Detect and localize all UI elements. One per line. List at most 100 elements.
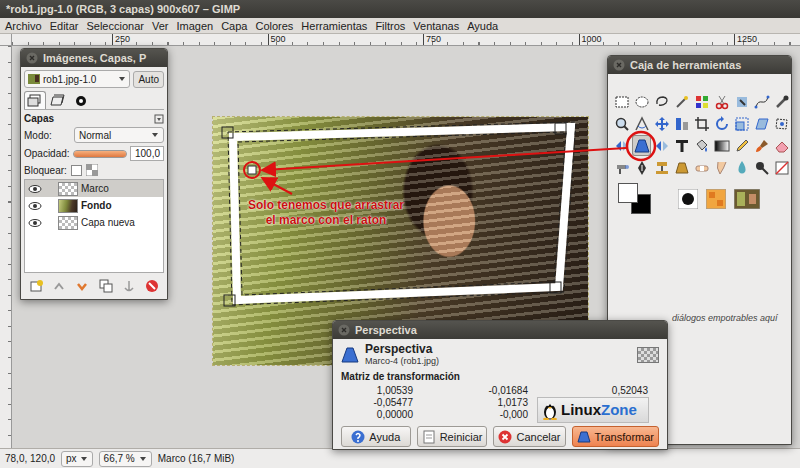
- menu-item[interactable]: Imagen: [172, 20, 217, 32]
- tool-button[interactable]: [672, 113, 691, 134]
- dock-tab[interactable]: [70, 91, 92, 109]
- menu-item[interactable]: Colores: [251, 20, 297, 32]
- menu-item[interactable]: Ayuda: [463, 20, 502, 32]
- tool-button[interactable]: [712, 113, 731, 134]
- tool-button[interactable]: [772, 91, 791, 112]
- tool-button[interactable]: [612, 157, 631, 178]
- top-ruler[interactable]: 25050075010001250: [12, 34, 800, 46]
- tool-button[interactable]: [732, 135, 751, 156]
- raise-layer-icon[interactable]: [52, 279, 66, 293]
- tool-button[interactable]: [672, 135, 691, 156]
- tool-button[interactable]: [772, 157, 791, 178]
- configure-icon[interactable]: [154, 114, 164, 124]
- tool-button[interactable]: [652, 113, 671, 134]
- delete-layer-icon[interactable]: [145, 279, 159, 293]
- pattern-preview-icon[interactable]: [706, 189, 726, 209]
- dock-tab[interactable]: [24, 91, 46, 109]
- lock-checkbox[interactable]: [71, 165, 82, 176]
- layer-row[interactable]: Marco: [25, 180, 163, 197]
- tool-button[interactable]: [612, 91, 631, 112]
- tool-button[interactable]: [752, 157, 771, 178]
- anchor-layer-icon[interactable]: [122, 279, 136, 293]
- tool-button[interactable]: [632, 157, 651, 178]
- tool-button[interactable]: [732, 157, 751, 178]
- tool-button[interactable]: [752, 135, 771, 156]
- tool-button[interactable]: [732, 113, 751, 134]
- layer-row[interactable]: Fondo: [25, 197, 163, 214]
- reset-button[interactable]: Reiniciar: [417, 426, 488, 447]
- menu-item[interactable]: Capa: [217, 20, 251, 32]
- pattern-preview-icon[interactable]: [706, 189, 726, 209]
- tool-button[interactable]: [612, 113, 631, 134]
- tool-button[interactable]: [692, 91, 711, 112]
- close-icon[interactable]: [613, 59, 625, 71]
- close-icon[interactable]: [26, 52, 38, 64]
- gradient-preview-icon[interactable]: [734, 189, 760, 209]
- duplicate-layer-icon[interactable]: [99, 279, 113, 293]
- tool-button[interactable]: [752, 113, 771, 134]
- cancel-button[interactable]: Cancelar: [493, 426, 565, 447]
- menu-item[interactable]: Filtros: [371, 20, 409, 32]
- lock-alpha-icon[interactable]: [86, 164, 98, 176]
- duplicate-layer-icon[interactable]: [99, 279, 113, 293]
- foreground-color[interactable]: [618, 183, 638, 203]
- tool-button[interactable]: [692, 113, 711, 134]
- tool-button[interactable]: [632, 113, 651, 134]
- brush-preview-icon[interactable]: [678, 189, 698, 209]
- chain-toggle[interactable]: [45, 218, 55, 228]
- perspective-dialog-titlebar[interactable]: Perspectiva: [333, 321, 667, 339]
- tool-button[interactable]: [652, 91, 671, 112]
- tool-button[interactable]: [772, 135, 791, 156]
- tool-button[interactable]: [732, 91, 751, 112]
- zoom-dropdown[interactable]: 66,7 %: [99, 451, 152, 467]
- configure-icon[interactable]: [154, 114, 164, 124]
- auto-button[interactable]: Auto: [133, 71, 164, 88]
- tool-button[interactable]: [712, 91, 731, 112]
- anchor-layer-icon[interactable]: [122, 279, 136, 293]
- close-icon[interactable]: [613, 59, 625, 71]
- delete-layer-icon[interactable]: [145, 279, 159, 293]
- raise-layer-icon[interactable]: [52, 279, 66, 293]
- close-icon[interactable]: [26, 52, 38, 64]
- menu-item[interactable]: Archivo: [1, 20, 46, 32]
- lower-layer-icon[interactable]: [75, 279, 89, 293]
- help-button[interactable]: Ayuda: [341, 426, 411, 447]
- left-ruler[interactable]: [0, 46, 12, 448]
- close-icon[interactable]: [338, 324, 350, 336]
- dock-tab[interactable]: [47, 91, 69, 109]
- tool-button[interactable]: [712, 157, 731, 178]
- opacity-slider[interactable]: [73, 150, 127, 158]
- tool-button[interactable]: [752, 91, 771, 112]
- visibility-toggle[interactable]: [28, 201, 42, 211]
- new-layer-icon[interactable]: [29, 279, 43, 293]
- new-layer-icon[interactable]: [29, 279, 43, 293]
- color-swatches[interactable]: [618, 183, 654, 215]
- brush-preview-icon[interactable]: [678, 189, 698, 209]
- chain-toggle[interactable]: [45, 184, 55, 194]
- layer-row[interactable]: Capa nueva: [25, 214, 163, 231]
- menu-item[interactable]: Ver: [148, 20, 173, 32]
- layers-dock-titlebar[interactable]: Imágenes, Capas, P: [21, 49, 167, 67]
- tool-button[interactable]: [632, 135, 651, 156]
- mode-dropdown[interactable]: Normal: [74, 127, 164, 143]
- menu-item[interactable]: Editar: [46, 20, 83, 32]
- image-dropdown[interactable]: rob1.jpg-1.0: [24, 70, 130, 88]
- tool-button[interactable]: [652, 157, 671, 178]
- tool-button[interactable]: [612, 135, 631, 156]
- menu-item[interactable]: Seleccionar: [82, 20, 147, 32]
- visibility-toggle[interactable]: [28, 218, 42, 228]
- tool-button[interactable]: [672, 91, 691, 112]
- close-icon[interactable]: [338, 324, 350, 336]
- visibility-toggle[interactable]: [28, 184, 42, 194]
- default-button[interactable]: Transformar: [572, 426, 660, 447]
- lower-layer-icon[interactable]: [75, 279, 89, 293]
- tool-button[interactable]: [672, 157, 691, 178]
- tool-button[interactable]: [772, 113, 791, 134]
- unit-dropdown[interactable]: px: [61, 451, 93, 467]
- toolbox-titlebar[interactable]: Caja de herramientas: [608, 56, 791, 74]
- tool-button[interactable]: [712, 135, 731, 156]
- tool-button[interactable]: [652, 135, 671, 156]
- gradient-preview-icon[interactable]: [734, 189, 760, 209]
- menu-item[interactable]: Herramientas: [297, 20, 371, 32]
- menu-item[interactable]: Ventanas: [409, 20, 463, 32]
